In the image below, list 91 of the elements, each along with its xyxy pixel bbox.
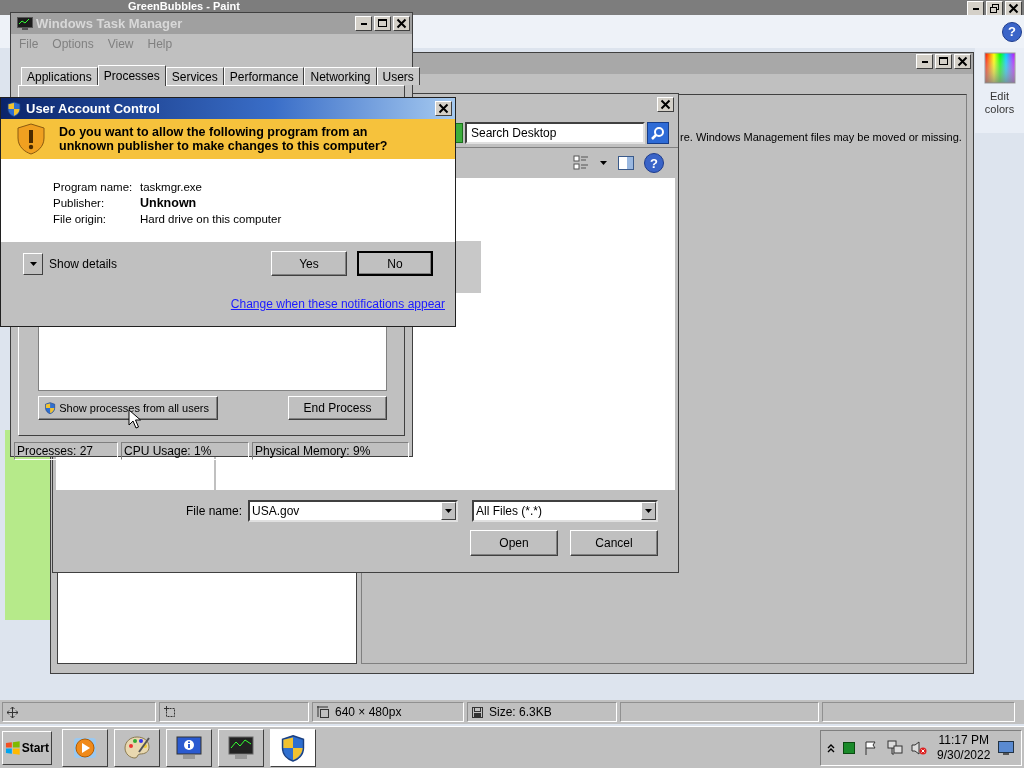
file-type-dropdown[interactable]: All Files (*.*) — [472, 500, 658, 522]
dialog-question: Do you want to allow the following program from an unknown publisher to make changes to this computer? — [59, 125, 389, 153]
restore-icon — [989, 3, 1000, 14]
settings-link[interactable]: Change when these notifications appear — [230, 297, 445, 311]
close-button[interactable] — [657, 97, 674, 112]
shield-icon — [279, 733, 307, 762]
close-icon — [660, 99, 671, 110]
detail-value: Hard drive on this computer — [140, 212, 283, 226]
selection-icon — [164, 706, 176, 718]
window-title: GreenBubbles - Paint — [128, 0, 240, 12]
minimize-icon — [921, 60, 928, 63]
yes-button[interactable]: Yes — [271, 251, 347, 276]
chevron-up-icon[interactable] — [827, 742, 835, 753]
clock-time: 11:17 PM — [938, 732, 989, 748]
maximize-icon — [938, 56, 949, 67]
file-name-label: File name: — [185, 504, 242, 518]
move-icon — [7, 706, 18, 718]
taskbar-app-button[interactable] — [62, 728, 108, 767]
status-text: CPU Usage: 1% — [121, 442, 249, 460]
status-text: Physical Memory: 9% — [252, 442, 409, 460]
close-button[interactable] — [954, 54, 971, 69]
status-text: 640 × 480px — [335, 705, 402, 719]
status-text: Size: 6.3KB — [489, 705, 552, 719]
warning-shield-icon — [17, 123, 45, 155]
detail-label: Program name: — [53, 180, 134, 194]
file-name-field[interactable]: USA.gov — [248, 500, 458, 522]
maximize-button[interactable] — [374, 16, 391, 31]
show-details-label[interactable]: Show details — [49, 256, 118, 271]
error-message: re. Windows Management files may be moved or missing. — [680, 131, 963, 143]
caret-down-icon[interactable] — [599, 160, 608, 166]
search-button[interactable] — [647, 121, 669, 144]
taskbar-app-button[interactable] — [166, 728, 212, 767]
detail-value: Unknown — [140, 196, 198, 210]
flag-icon[interactable] — [863, 739, 879, 756]
taskbar-app-button[interactable] — [114, 728, 160, 767]
speaker-muted-icon[interactable] — [911, 739, 927, 756]
start-button[interactable]: Start — [2, 730, 52, 765]
caret-down-icon — [28, 260, 38, 267]
window-title: Windows Task Manager — [36, 16, 183, 31]
maximize-button[interactable] — [935, 54, 952, 69]
tab[interactable]: Networking — [304, 67, 377, 85]
close-icon — [957, 56, 968, 67]
open-button[interactable]: Open — [470, 530, 558, 556]
tab[interactable]: Performance — [223, 67, 305, 85]
close-button[interactable] — [435, 101, 452, 116]
caret-down-icon — [444, 508, 453, 514]
shield-icon — [6, 100, 22, 117]
monitor-icon — [17, 16, 33, 31]
tab[interactable]: Users — [376, 67, 420, 85]
caret-down-icon — [644, 508, 653, 514]
minimize-button[interactable] — [355, 16, 372, 31]
color-spectrum-icon — [983, 52, 1016, 84]
resize-icon — [317, 706, 329, 718]
detail-value: taskmgr.exe — [140, 180, 203, 194]
cancel-button[interactable]: Cancel — [570, 530, 658, 556]
clock-date: 9/30/2022 — [937, 747, 991, 763]
detail-label: File origin: — [53, 212, 108, 226]
task-manager-icon — [227, 733, 255, 762]
tab[interactable]: Applications — [21, 67, 98, 85]
network-icon[interactable] — [887, 739, 903, 756]
dialog-title: User Account Control — [26, 101, 160, 116]
maximize-icon — [377, 18, 388, 29]
help-button[interactable]: ? — [644, 153, 664, 173]
search-field[interactable]: Search Desktop — [465, 121, 645, 144]
show-desktop-icon[interactable] — [998, 740, 1015, 755]
expand-button[interactable] — [23, 252, 43, 275]
help-button[interactable]: ? — [1002, 21, 1022, 42]
tab[interactable]: Services — [165, 67, 224, 85]
taskbar-app-button[interactable] — [270, 728, 316, 767]
minimize-button[interactable] — [916, 54, 933, 69]
windows-logo-icon — [5, 739, 21, 756]
detail-label: Publisher: — [53, 196, 106, 210]
minimize-icon — [360, 22, 367, 25]
palette-icon — [123, 733, 151, 762]
taskbar-app-button[interactable] — [218, 728, 264, 767]
view-list-icon[interactable] — [573, 155, 589, 171]
status-text: Processes: 27 — [14, 442, 118, 460]
end-process-button[interactable]: End Process — [288, 396, 387, 420]
preview-pane-icon[interactable] — [618, 156, 634, 170]
search-icon — [651, 125, 665, 140]
close-icon — [1008, 3, 1019, 14]
minimize-icon — [972, 7, 979, 10]
app-tray-icon[interactable] — [843, 741, 855, 754]
show-all-processes-button[interactable]: Show processes from all users — [38, 396, 218, 420]
close-button[interactable] — [393, 16, 410, 31]
no-button[interactable]: No — [357, 251, 433, 276]
tab[interactable]: Processes — [97, 65, 166, 86]
close-icon — [396, 18, 407, 29]
info-monitor-icon — [175, 733, 203, 762]
close-icon — [438, 103, 449, 114]
edit-colors-button[interactable]: Edit colors — [975, 52, 1024, 116]
